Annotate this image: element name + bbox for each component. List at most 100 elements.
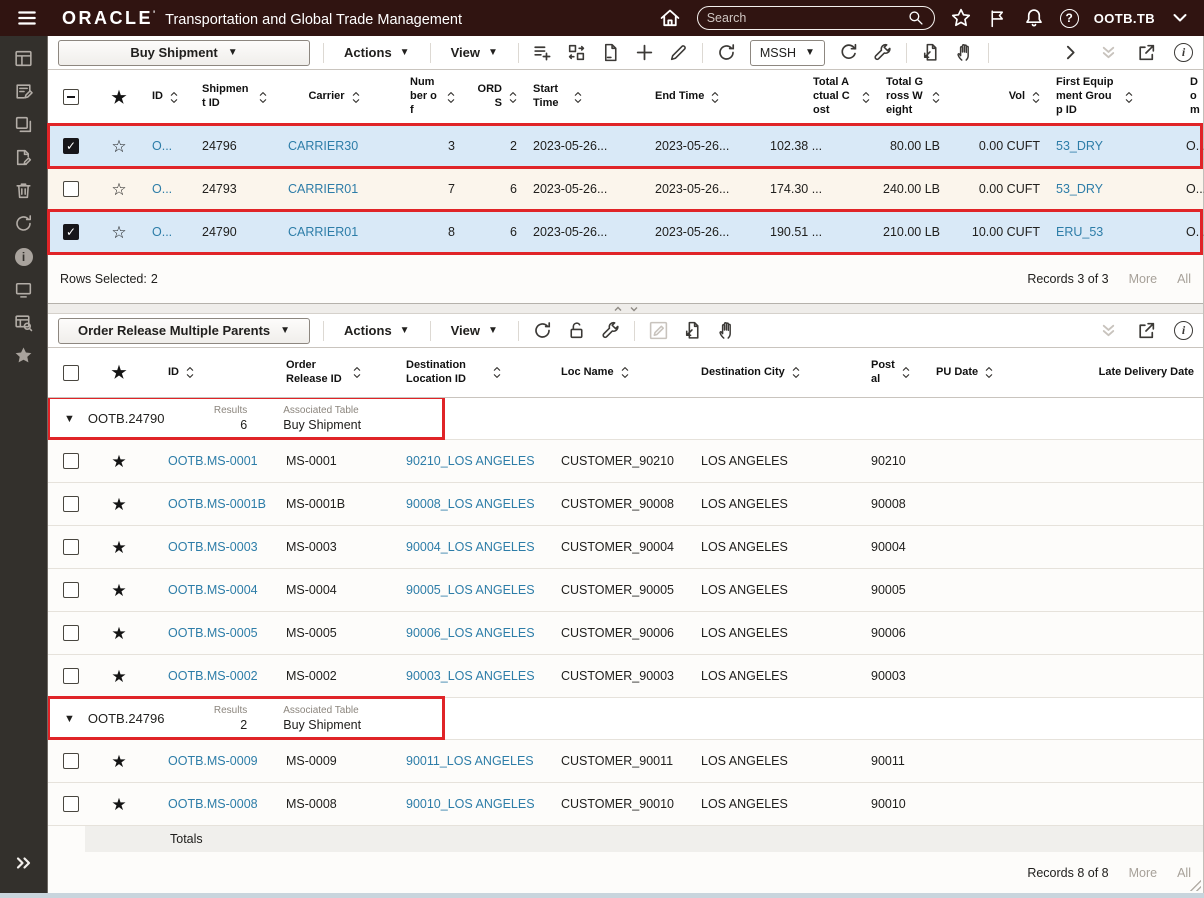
favorite-star-icon[interactable]: ☆: [102, 224, 136, 241]
more-button[interactable]: More: [1129, 866, 1157, 880]
group-header-row[interactable]: ▼ OOTB.24790 Results 6 Associated Table …: [48, 398, 1203, 440]
panel-splitter[interactable]: [48, 304, 1203, 314]
shipment-id-link[interactable]: O...: [144, 225, 194, 239]
sort-icon[interactable]: [1032, 90, 1040, 105]
shipment-id-link[interactable]: O...: [144, 139, 194, 153]
sort-icon[interactable]: [985, 365, 993, 380]
order-id-link[interactable]: OOTB.MS-0005: [144, 626, 278, 640]
saved-search-selector[interactable]: MSSH ▼: [750, 40, 825, 66]
edit-note-icon[interactable]: [0, 75, 48, 108]
row-checkbox[interactable]: [63, 496, 79, 512]
panel-info-icon[interactable]: i: [1174, 43, 1193, 62]
sort-icon[interactable]: [186, 365, 194, 380]
column-header[interactable]: Destination Location ID: [406, 359, 486, 387]
collapse-panel-icon[interactable]: [1098, 42, 1119, 63]
result-type-selector[interactable]: Order Release Multiple Parents ▼: [58, 318, 310, 344]
user-chevron-down-icon[interactable]: [1170, 8, 1190, 28]
equipment-group-link[interactable]: 53_DRY: [1048, 139, 1182, 153]
favorite-star-icon[interactable]: [0, 339, 48, 372]
column-header[interactable]: PU Date: [936, 366, 978, 380]
view-menu[interactable]: View▼: [444, 323, 505, 338]
equipment-group-link[interactable]: ERU_53: [1048, 225, 1182, 239]
order-id-link[interactable]: OOTB.MS-0004: [144, 583, 278, 597]
favorite-star-icon[interactable]: ★: [102, 753, 136, 770]
sort-icon[interactable]: [792, 365, 800, 380]
sort-icon[interactable]: [447, 90, 455, 105]
refresh-icon[interactable]: [716, 42, 737, 63]
open-in-new-window-icon[interactable]: [1136, 320, 1157, 341]
carrier-link[interactable]: CARRIER30: [280, 139, 388, 153]
open-in-new-window-icon[interactable]: [1136, 42, 1157, 63]
actions-menu[interactable]: Actions▼: [337, 45, 417, 60]
export-document-icon[interactable]: [920, 42, 941, 63]
more-tools-chevron-icon[interactable]: [1060, 42, 1081, 63]
row-checkbox[interactable]: [63, 796, 79, 812]
shipment-table-row[interactable]: ☆ O... 24790 CARRIER01 8 6 2023-05-26...…: [48, 211, 1203, 254]
carrier-link[interactable]: CARRIER01: [280, 225, 388, 239]
column-header[interactable]: Late Delivery Date: [1099, 366, 1194, 380]
expand-sidebar-icon[interactable]: [0, 846, 48, 879]
column-header[interactable]: Vol: [1009, 90, 1025, 104]
column-header[interactable]: Destination City: [701, 366, 785, 380]
settings-wrench-icon[interactable]: [872, 42, 893, 63]
resize-grip[interactable]: [1188, 878, 1201, 891]
unlock-icon[interactable]: [566, 320, 587, 341]
favorite-star-icon[interactable]: ★: [102, 496, 136, 513]
add-to-list-icon[interactable]: [532, 42, 553, 63]
file-edit-icon[interactable]: [0, 141, 48, 174]
row-checkbox[interactable]: [63, 138, 79, 154]
column-header[interactable]: Dom: [1190, 76, 1200, 117]
actions-menu[interactable]: Actions▼: [337, 323, 417, 338]
shipment-table-row[interactable]: ☆ O... 24796 CARRIER30 3 2 2023-05-26...…: [48, 125, 1203, 168]
favorite-star-icon[interactable]: ☆: [102, 181, 136, 198]
row-checkbox[interactable]: [63, 753, 79, 769]
collapse-panel-icon[interactable]: [1098, 320, 1119, 341]
select-all-checkbox[interactable]: [48, 89, 94, 105]
favorite-star-icon[interactable]: ★: [102, 625, 136, 642]
destination-location-link[interactable]: 90005_LOS ANGELES: [398, 583, 553, 597]
order-release-row[interactable]: ★ OOTB.MS-0003 MS-0003 90004_LOS ANGELES…: [48, 526, 1203, 569]
column-header[interactable]: ORDS: [476, 83, 502, 111]
row-checkbox[interactable]: [63, 539, 79, 555]
destination-location-link[interactable]: 90011_LOS ANGELES: [398, 754, 553, 768]
sort-icon[interactable]: [932, 90, 940, 105]
order-release-row[interactable]: ★ OOTB.MS-0004 MS-0004 90005_LOS ANGELES…: [48, 569, 1203, 612]
column-header[interactable]: First Equipment Group ID: [1056, 76, 1118, 117]
select-all-checkbox[interactable]: [48, 365, 94, 381]
favorite-star-icon[interactable]: ★: [102, 453, 136, 470]
column-header[interactable]: Number of: [410, 76, 440, 117]
favorite-column-header-icon[interactable]: ★: [94, 364, 144, 381]
equipment-group-link[interactable]: 53_DRY: [1048, 182, 1182, 196]
column-header[interactable]: ID: [152, 90, 163, 104]
workspace-icon[interactable]: [0, 42, 48, 75]
export-document-icon[interactable]: [682, 320, 703, 341]
new-document-icon[interactable]: [600, 42, 621, 63]
grab-hand-icon[interactable]: [716, 320, 737, 341]
group-header-row[interactable]: ▼ OOTB.24796 Results 2 Associated Table …: [48, 698, 1203, 740]
search-input[interactable]: [707, 11, 901, 25]
column-header[interactable]: Postal: [871, 359, 895, 387]
all-button[interactable]: All: [1177, 866, 1191, 880]
row-checkbox[interactable]: [63, 453, 79, 469]
column-header[interactable]: Carrier: [308, 90, 344, 104]
collapse-group-icon[interactable]: ▼: [64, 713, 75, 725]
window-icon[interactable]: [0, 273, 48, 306]
order-release-row[interactable]: ★ OOTB.MS-0002 MS-0002 90003_LOS ANGELES…: [48, 655, 1203, 698]
column-header[interactable]: Order Release ID: [286, 359, 346, 387]
edit-pencil-icon[interactable]: [668, 42, 689, 63]
copy-icon[interactable]: [0, 108, 48, 141]
compare-swap-icon[interactable]: [566, 42, 587, 63]
trash-icon[interactable]: [0, 174, 48, 207]
destination-location-link[interactable]: 90010_LOS ANGELES: [398, 797, 553, 811]
row-checkbox[interactable]: [63, 668, 79, 684]
order-release-row[interactable]: ★ OOTB.MS-0005 MS-0005 90006_LOS ANGELES…: [48, 612, 1203, 655]
column-header[interactable]: Shipment ID: [202, 83, 252, 111]
order-id-link[interactable]: OOTB.MS-0001: [144, 454, 278, 468]
collapse-group-icon[interactable]: ▼: [64, 413, 75, 425]
reload-icon[interactable]: [838, 42, 859, 63]
order-id-link[interactable]: OOTB.MS-0009: [144, 754, 278, 768]
sort-icon[interactable]: [1125, 90, 1133, 105]
destination-location-link[interactable]: 90003_LOS ANGELES: [398, 669, 553, 683]
row-checkbox[interactable]: [63, 582, 79, 598]
refresh-icon[interactable]: [0, 207, 48, 240]
